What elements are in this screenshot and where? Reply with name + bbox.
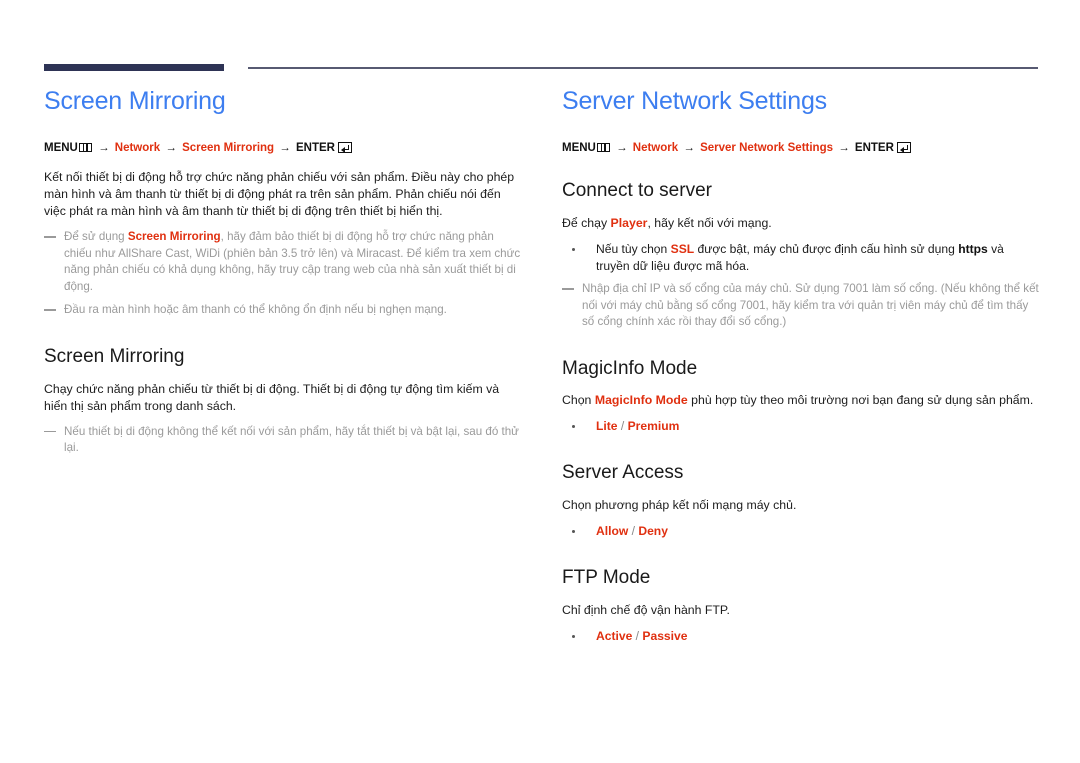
header-rule-accent-bar bbox=[44, 64, 224, 71]
section-body-server-access: Chọn phương pháp kết nối mạng máy chủ. bbox=[562, 498, 797, 512]
bullet-dot-icon bbox=[572, 248, 575, 251]
bullet-dot-icon bbox=[572, 634, 575, 638]
body-text-post: , hãy kết nối với mạng. bbox=[647, 216, 772, 230]
header-rule-line bbox=[248, 67, 1038, 69]
bullet-text-mid: được bật, máy chủ được định cấu hình sử … bbox=[694, 242, 959, 256]
bullet-dot-icon bbox=[572, 425, 575, 429]
menu-path-item-network: Network bbox=[114, 142, 161, 154]
option-row-server-access: Allow / Deny bbox=[562, 523, 1040, 540]
note-dash-icon bbox=[562, 288, 574, 290]
menu-path-server-network-settings: MENU → Network → Server Network Settings… bbox=[562, 140, 1040, 157]
option-row-ftp-mode: Active / Passive bbox=[562, 628, 1040, 645]
note-dash-icon bbox=[44, 236, 56, 238]
section-heading-ftp-mode: FTP Mode bbox=[562, 567, 651, 588]
page-title-screen-mirroring: Screen Mirroring bbox=[44, 87, 226, 115]
body-highlight-player: Player bbox=[610, 216, 648, 230]
option-active[interactable]: Active bbox=[596, 629, 632, 643]
menu-label: MENU bbox=[562, 142, 596, 154]
body-text-post: phù hợp tùy theo môi trường nơi bạn đang… bbox=[687, 393, 1034, 408]
option-deny[interactable]: Deny bbox=[638, 524, 668, 538]
note-text: Đầu ra màn hình hoặc âm thanh có thể khô… bbox=[64, 303, 447, 317]
arrow-icon: → bbox=[279, 142, 291, 154]
option-separator: / bbox=[632, 628, 643, 643]
page-header-rule bbox=[0, 62, 1080, 76]
section-heading-server-access: Server Access bbox=[562, 462, 684, 484]
note-text: Nhập địa chỉ IP và số cổng của máy chủ. … bbox=[582, 282, 1039, 328]
menu-label: MENU bbox=[44, 142, 78, 154]
body-highlight-magicinfo-mode: MagicInfo Mode bbox=[594, 393, 688, 408]
note-highlight-screen-mirroring: Screen Mirroring bbox=[127, 230, 221, 244]
section-body-connect-to-server: Để chạy Player, hãy kết nối với mạng. bbox=[562, 215, 1040, 232]
page-title-server-network-settings: Server Network Settings bbox=[562, 87, 827, 115]
section-heading-connect-to-server: Connect to server bbox=[562, 180, 712, 202]
option-allow[interactable]: Allow bbox=[596, 524, 628, 538]
arrow-icon: → bbox=[616, 142, 628, 154]
note-text-pre: Để sử dụng bbox=[64, 230, 128, 244]
enter-label: ENTER bbox=[296, 142, 335, 154]
option-row-magicinfo-mode: Lite / Premium bbox=[562, 418, 1040, 435]
arrow-icon: → bbox=[683, 142, 695, 154]
enter-key-icon bbox=[337, 142, 352, 153]
menu-icon bbox=[596, 143, 610, 152]
note-dash-icon bbox=[44, 430, 56, 432]
intro-paragraph: Kết nối thiết bị di động hỗ trợ chức năn… bbox=[44, 170, 515, 219]
menu-path-item-server-network-settings: Server Network Settings bbox=[700, 142, 833, 154]
menu-icon bbox=[78, 143, 92, 152]
arrow-icon: → bbox=[98, 142, 110, 154]
section-body-magicinfo-mode: Chọn MagicInfo Mode phù hợp tùy theo môi… bbox=[562, 392, 1040, 409]
left-column: Screen Mirroring MENU → Network → Screen… bbox=[44, 86, 522, 649]
note-ip-port: Nhập địa chỉ IP và số cổng của máy chủ. … bbox=[562, 281, 1040, 331]
arrow-icon: → bbox=[838, 142, 850, 154]
note-mirroring-support: Để sử dụng Screen Mirroring, hãy đảm bảo… bbox=[44, 229, 522, 295]
menu-path-item-screen-mirroring: Screen Mirroring bbox=[182, 142, 275, 154]
arrow-icon: → bbox=[165, 142, 177, 154]
option-separator: / bbox=[628, 524, 639, 538]
right-column: Server Network Settings MENU → Network →… bbox=[562, 86, 1040, 649]
option-passive[interactable]: Passive bbox=[642, 629, 687, 643]
page-content: Screen Mirroring MENU → Network → Screen… bbox=[0, 86, 1080, 649]
body-text-pre: Để chạy bbox=[562, 216, 611, 230]
section-body-ftp-mode: Chỉ định chế độ vận hành FTP. bbox=[562, 602, 730, 617]
note-dash-icon bbox=[44, 309, 56, 311]
body-text-pre: Chọn bbox=[562, 393, 595, 408]
bullet-text-pre: Nếu tùy chọn bbox=[596, 242, 671, 256]
section-body-screen-mirroring: Chạy chức năng phản chiếu từ thiết bị di… bbox=[44, 381, 500, 413]
note-text: Nếu thiết bị di động không thể kết nối v… bbox=[64, 424, 519, 455]
section-heading-magicinfo-mode: MagicInfo Mode bbox=[562, 357, 698, 379]
bullet-highlight-ssl: SSL bbox=[670, 242, 695, 256]
enter-key-icon bbox=[896, 142, 911, 153]
option-lite[interactable]: Lite bbox=[596, 419, 618, 433]
section-heading-screen-mirroring: Screen Mirroring bbox=[44, 345, 185, 367]
bullet-ssl-https: Nếu tùy chọn SSL được bật, máy chủ được … bbox=[562, 241, 1040, 275]
bullet-highlight-https: https bbox=[958, 242, 988, 256]
option-separator: / bbox=[617, 419, 628, 434]
option-premium[interactable]: Premium bbox=[628, 419, 680, 433]
menu-path-item-network: Network bbox=[632, 142, 679, 154]
enter-label: ENTER bbox=[854, 142, 894, 154]
bullet-dot-icon bbox=[572, 530, 575, 533]
menu-path-screen-mirroring: MENU → Network → Screen Mirroring → ENTE… bbox=[44, 140, 522, 157]
note-network-congestion: Đầu ra màn hình hoặc âm thanh có thể khô… bbox=[44, 302, 522, 319]
note-connection-retry: Nếu thiết bị di động không thể kết nối v… bbox=[44, 424, 522, 457]
